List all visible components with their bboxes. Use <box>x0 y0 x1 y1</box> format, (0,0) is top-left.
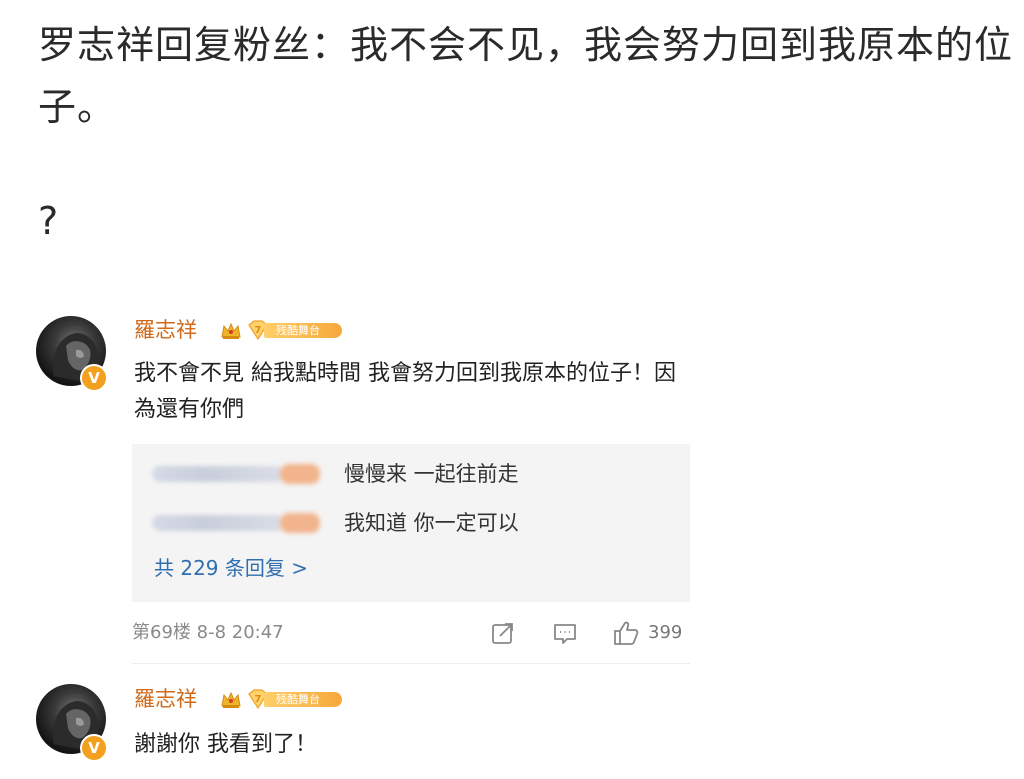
post-question-mark: ? <box>38 199 59 243</box>
reply-list: 慢慢来 一起往前走 我知道 你一定可以 共 229 条回复 > <box>132 444 690 602</box>
crown-icon <box>221 322 241 339</box>
post-headline: 罗志祥回复粉丝：我不会不见，我会努力回到我原本的位子。 <box>38 23 1014 129</box>
blurred-username <box>152 466 284 482</box>
share-icon <box>492 623 513 644</box>
like-button[interactable] <box>612 620 640 646</box>
share-button[interactable] <box>490 620 516 646</box>
comment-text: 我不會不見 給我點時間 我會努力回到我原本的位子！因為還有你們 <box>134 361 676 422</box>
thumbs-up-icon <box>614 621 639 645</box>
reply-text: 我知道 你一定可以 <box>344 511 519 535</box>
more-replies-link[interactable]: 共 229 条回复 > <box>154 554 308 582</box>
svg-text:7: 7 <box>255 694 262 705</box>
comment-username[interactable]: 羅志祥 <box>134 685 197 713</box>
divider <box>132 663 690 664</box>
blurred-badge <box>280 464 320 484</box>
comment-meta: 第69楼 8-8 20:47 <box>132 622 284 643</box>
like-count: 399 <box>648 622 683 643</box>
comment-button[interactable] <box>552 620 578 646</box>
verified-icon: V <box>80 734 108 762</box>
crown-icon <box>221 691 241 708</box>
comment-username[interactable]: 羅志祥 <box>134 316 197 344</box>
level-tag-label: 残酷舞台 <box>264 323 342 338</box>
svg-text:7: 7 <box>255 325 262 336</box>
comment-icon <box>554 624 576 644</box>
level-tag-label: 残酷舞台 <box>264 692 342 707</box>
verified-icon: V <box>80 364 108 392</box>
blurred-username <box>152 515 284 531</box>
level-badge: 7 残酷舞台 <box>246 689 344 709</box>
blurred-badge <box>280 513 320 533</box>
reply-item[interactable]: 慢慢来 一起往前走 <box>132 456 690 492</box>
reply-text: 慢慢来 一起往前走 <box>344 462 519 486</box>
reply-item[interactable]: 我知道 你一定可以 <box>132 505 690 541</box>
comment-text: 謝謝你 我看到了！ <box>134 732 317 757</box>
level-badge: 7 残酷舞台 <box>246 320 344 340</box>
